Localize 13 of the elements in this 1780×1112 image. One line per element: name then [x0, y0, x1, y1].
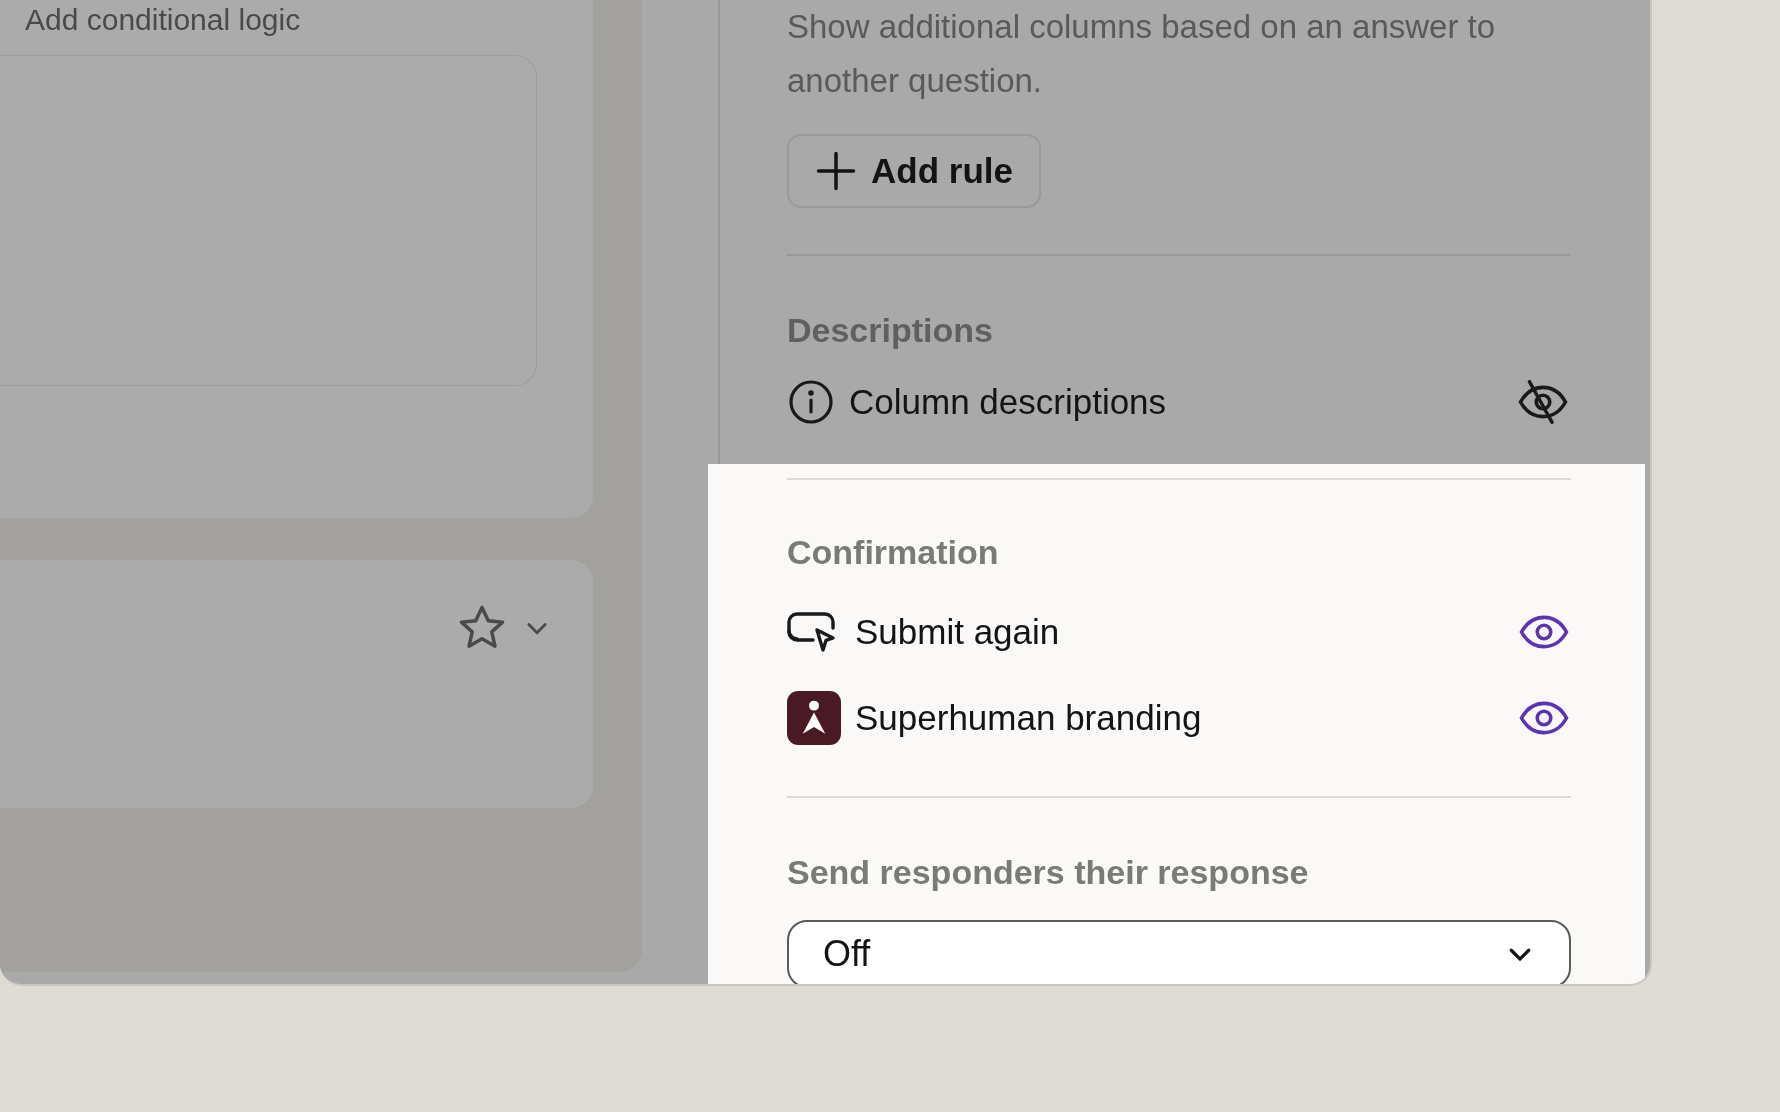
- response-select[interactable]: Off: [787, 920, 1571, 984]
- plus-icon: [815, 150, 857, 192]
- setting-label: Superhuman branding: [855, 696, 1203, 739]
- logo-icon: [787, 691, 841, 745]
- section-title: Confirmation: [787, 532, 1000, 573]
- section-title: Descriptions: [787, 310, 994, 351]
- setting-label: Column descriptions: [849, 380, 1168, 423]
- setting-label: Submit again: [855, 610, 1061, 653]
- info-icon: [787, 378, 835, 426]
- section-heading: Add conditional logic: [25, 5, 301, 35]
- description-text: Show additional columns based on an answer to another question.: [787, 7, 1497, 101]
- add-rule-button[interactable]: Add rule: [787, 134, 1041, 208]
- section-title: Send responders their response: [787, 852, 1310, 893]
